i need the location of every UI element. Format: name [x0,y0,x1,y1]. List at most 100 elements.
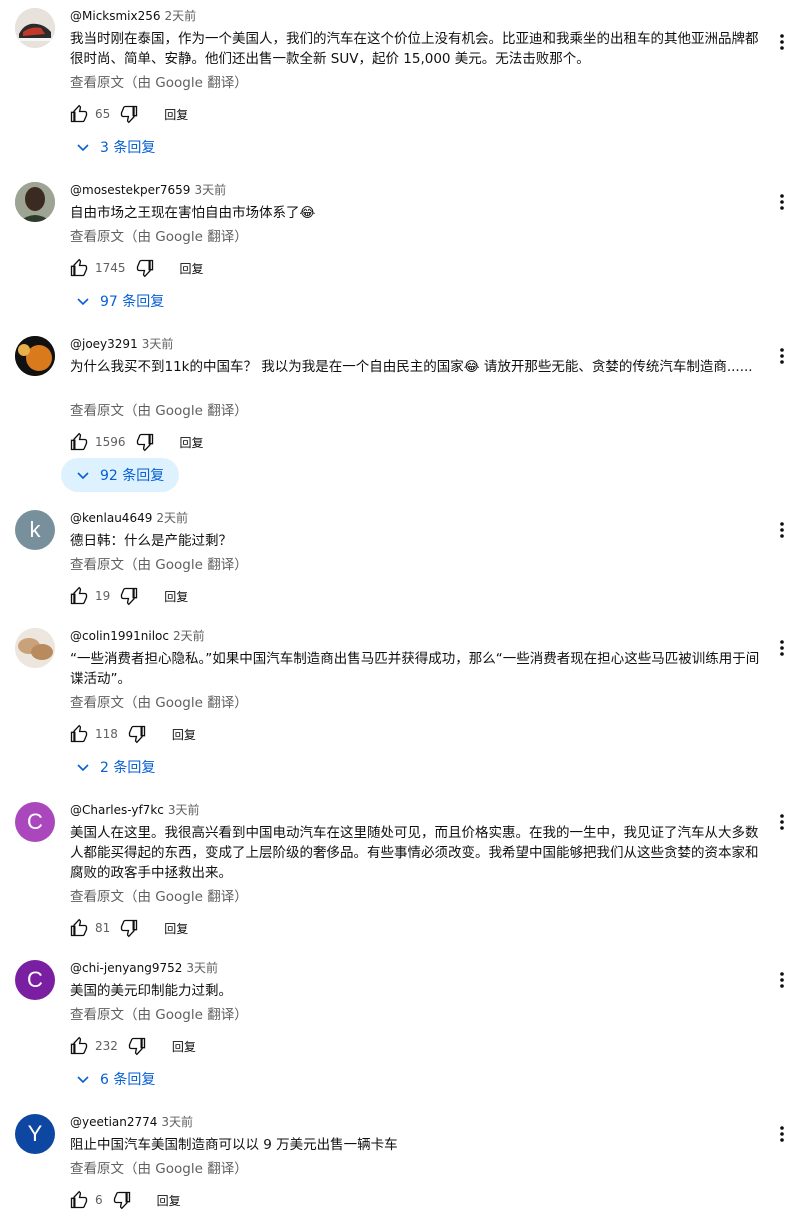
comment-actions: 19 回复 [68,584,188,608]
comment-text: 阻止中国汽车美国制造商可以以 9 万美元出售一辆卡车 [70,1137,398,1153]
like-icon[interactable] [68,917,90,939]
author-name[interactable]: @Micksmix256 [70,9,161,23]
shoe-photo-avatar-icon [15,8,55,48]
see-original-link[interactable]: 查看原文（由 Google 翻译） [70,402,248,420]
avatar[interactable]: C [15,802,55,842]
like-count: 65 [95,107,111,121]
comment-text: 为什么我买不到11k的中国车？ 我以为我是在一个自由民主的国家😂 请放开那些无能… [70,359,753,375]
comment-header: @Micksmix256 2天前 [70,8,196,24]
avatar-letter: Y [27,1121,43,1146]
replies-count-label: 6 条回复 [100,1072,156,1088]
more-actions-icon[interactable] [770,30,794,54]
reply-button[interactable]: 回复 [180,434,204,451]
comment-time[interactable]: 2天前 [165,9,197,23]
chevron-down-icon [76,1072,90,1086]
comment-header: @chi-jenyang9752 3天前 [70,960,218,976]
author-name[interactable]: @joey3291 [70,337,138,351]
comment-time[interactable]: 3天前 [168,803,200,817]
dislike-icon[interactable] [126,723,148,745]
avatar-letter: k [29,517,41,542]
more-actions-icon[interactable] [770,190,794,214]
avatar[interactable] [15,182,55,222]
comment-time[interactable]: 2天前 [173,629,205,643]
comment-actions: 232 回复 [68,1034,196,1058]
see-original-link[interactable]: 查看原文（由 Google 翻译） [70,1006,248,1024]
comment-text: 美国人在这里。我很高兴看到中国电动汽车在这里随处可见，而且价格实惠。在我的一生中… [70,825,759,881]
comment-text: 美国的美元印制能力过剩。 [70,983,232,999]
like-count: 1745 [95,261,126,275]
more-actions-icon[interactable] [770,810,794,834]
dislike-icon[interactable] [126,1035,148,1057]
author-name[interactable]: @mosestekper7659 [70,183,190,197]
comment-time[interactable]: 3天前 [186,961,218,975]
person-photo-avatar-icon [15,182,55,222]
author-name[interactable]: @kenlau4649 [70,511,152,525]
avatar[interactable]: Y [15,1114,55,1154]
comment-time[interactable]: 2天前 [156,511,188,525]
view-replies-button[interactable]: 92 条回复 [61,458,180,492]
comment-header: @kenlau4649 2天前 [70,510,188,526]
comment-header: @mosestekper7659 3天前 [70,182,226,198]
avatar[interactable] [15,336,55,376]
like-count: 232 [95,1039,118,1053]
see-original-link[interactable]: 查看原文（由 Google 翻译） [70,1160,248,1178]
avatar[interactable] [15,628,55,668]
view-replies-button[interactable]: 97 条回复 [61,284,179,318]
more-actions-icon[interactable] [770,1122,794,1146]
reply-button[interactable]: 回复 [157,1192,181,1209]
reply-button[interactable]: 回复 [172,1038,196,1055]
more-actions-icon[interactable] [770,518,794,542]
reply-button[interactable]: 回复 [164,920,188,937]
avatar[interactable] [15,8,55,48]
author-name[interactable]: @colin1991niloc [70,629,169,643]
view-replies-button[interactable]: 3 条回复 [61,130,170,164]
avatar[interactable]: k [15,510,55,550]
dislike-icon[interactable] [118,103,140,125]
see-original-link[interactable]: 查看原文（由 Google 翻译） [70,694,248,712]
like-icon[interactable] [68,585,90,607]
like-icon[interactable] [68,103,90,125]
comment-text: 我当时刚在泰国，作为一个美国人，我们的汽车在这个价位上没有机会。比亚迪和我乘坐的… [70,31,759,67]
reply-button[interactable]: 回复 [172,726,196,743]
reply-button[interactable]: 回复 [164,106,188,123]
comment-actions: 1745 回复 [68,256,204,280]
like-icon[interactable] [68,1035,90,1057]
replies-count-label: 97 条回复 [100,294,165,310]
reply-button[interactable]: 回复 [180,260,204,277]
see-original-link[interactable]: 查看原文（由 Google 翻译） [70,556,248,574]
comment-time[interactable]: 3天前 [161,1115,193,1129]
chevron-down-icon [76,468,90,482]
author-name[interactable]: @chi-jenyang9752 [70,961,182,975]
dislike-icon[interactable] [111,1189,133,1211]
like-icon[interactable] [68,431,90,453]
comment-actions: 81 回复 [68,916,188,940]
more-actions-icon[interactable] [770,636,794,660]
comment-header: @colin1991niloc 2天前 [70,628,205,644]
view-replies-button[interactable]: 2 条回复 [61,750,170,784]
avatar[interactable]: C [15,960,55,1000]
comment-text: 自由市场之王现在害怕自由市场体系了😂 [70,205,316,221]
replies-count-label: 92 条回复 [100,468,165,484]
dislike-icon[interactable] [134,257,156,279]
dislike-icon[interactable] [134,431,156,453]
comment-actions: 65 回复 [68,102,188,126]
comment-time[interactable]: 3天前 [142,337,174,351]
see-original-link[interactable]: 查看原文（由 Google 翻译） [70,74,248,92]
see-original-link[interactable]: 查看原文（由 Google 翻译） [70,228,248,246]
like-icon[interactable] [68,723,90,745]
more-actions-icon[interactable] [770,968,794,992]
like-icon[interactable] [68,257,90,279]
see-original-link[interactable]: 查看原文（由 Google 翻译） [70,888,248,906]
dislike-icon[interactable] [118,585,140,607]
view-replies-button[interactable]: 6 条回复 [61,1062,170,1096]
like-icon[interactable] [68,1189,90,1211]
author-name[interactable]: @yeetian2774 [70,1115,157,1129]
comment-time[interactable]: 3天前 [194,183,226,197]
more-actions-icon[interactable] [770,344,794,368]
reply-button[interactable]: 回复 [164,588,188,605]
comment-text: “一些消费者担心隐私。”如果中国汽车制造商出售马匹并获得成功，那么“一些消费者现… [70,651,760,687]
author-name[interactable]: @Charles-yf7kc [70,803,164,817]
chevron-down-icon [76,294,90,308]
comment-actions: 1596 回复 [68,430,204,454]
dislike-icon[interactable] [118,917,140,939]
